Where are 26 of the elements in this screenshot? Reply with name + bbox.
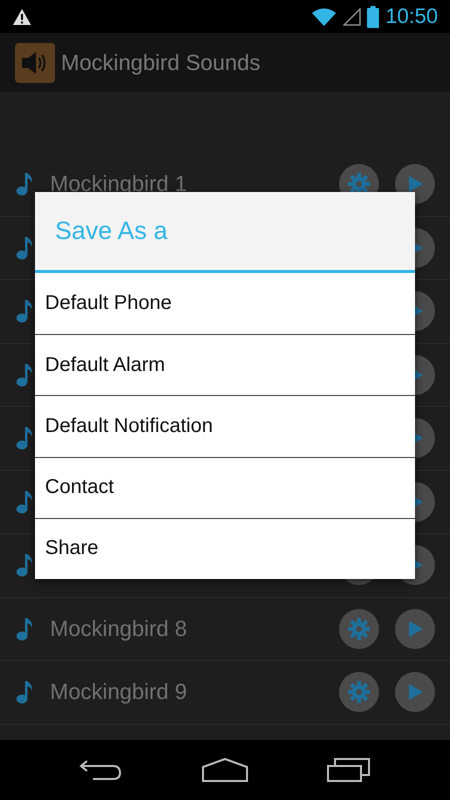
warning-icon — [12, 8, 32, 26]
music-note-icon — [14, 552, 34, 578]
clock-time: 10:50 — [385, 4, 438, 28]
signal-icon — [343, 8, 362, 26]
dialog-option[interactable]: Share — [35, 518, 415, 579]
wifi-icon — [311, 6, 338, 26]
music-note-icon — [14, 234, 34, 261]
gear-icon — [347, 680, 371, 704]
music-note-icon — [14, 679, 34, 706]
dialog-option[interactable]: Default Phone — [35, 273, 415, 334]
music-note-icon — [14, 425, 34, 452]
app-title: Mockingbird Sounds — [61, 50, 260, 76]
dialog-title: Save As a — [35, 192, 415, 273]
music-note-icon — [14, 298, 34, 324]
dialog-option[interactable]: Default Alarm — [35, 334, 415, 396]
music-note-icon — [14, 616, 34, 642]
sound-name: Mockingbird 9 — [50, 679, 187, 706]
dialog-option[interactable]: Contact — [35, 456, 415, 518]
dialog-option[interactable]: Default Notification — [35, 395, 415, 457]
music-note-icon — [14, 171, 34, 198]
gear-icon — [347, 616, 371, 641]
music-note-icon — [14, 362, 34, 388]
battery-icon — [367, 6, 380, 28]
music-note-icon — [14, 488, 34, 515]
sound-name: Mockingbird 8 — [50, 616, 187, 642]
speaker-icon — [15, 42, 55, 82]
